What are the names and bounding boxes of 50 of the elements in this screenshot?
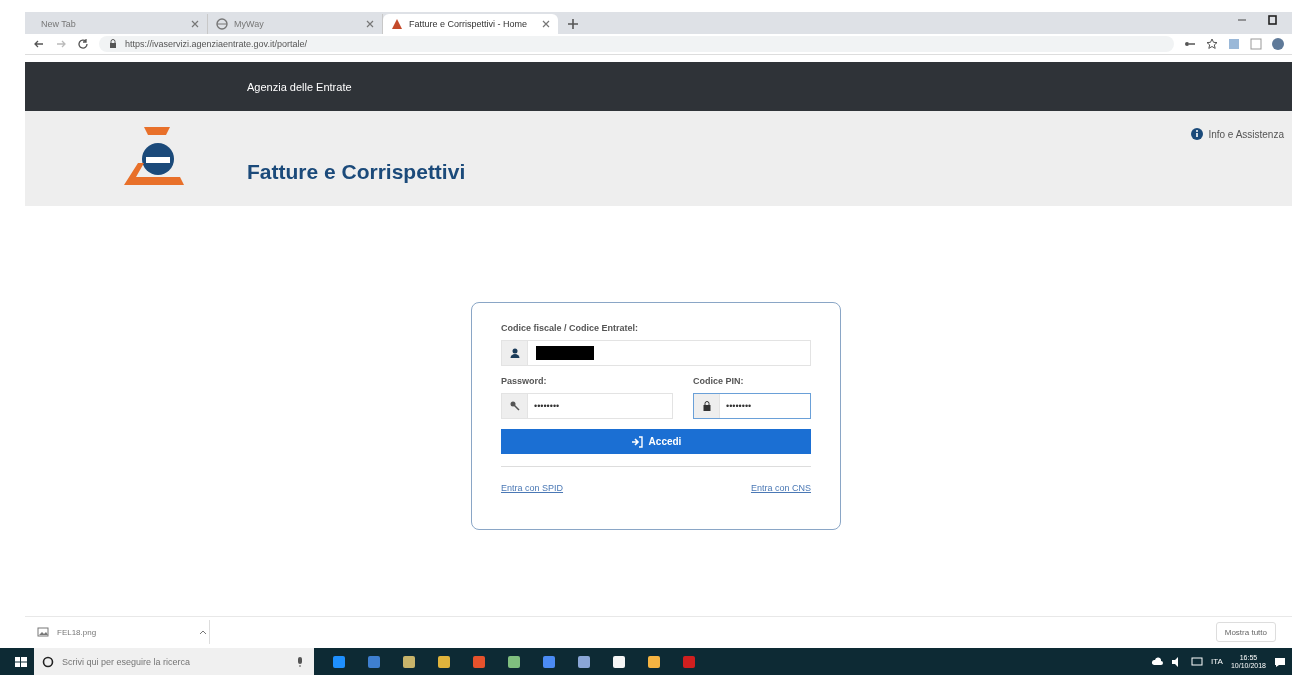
app-icon[interactable] [647,654,661,669]
login-button[interactable]: Accedi [501,429,811,454]
reload-icon[interactable] [77,38,89,50]
pin-field[interactable]: •••••••• [720,394,810,418]
profile-icon[interactable] [1272,38,1284,50]
field-label: Codice PIN: [693,376,745,386]
restore-icon[interactable] [1266,14,1278,26]
show-all-button[interactable]: Mostra tutto [1215,622,1276,642]
network-icon[interactable] [1191,655,1204,668]
back-icon[interactable] [33,38,45,50]
app-icon[interactable] [402,654,416,669]
star-icon[interactable] [1206,38,1218,50]
key-icon [508,400,521,412]
lock-icon [107,38,119,50]
circle-icon [42,655,54,668]
field-label: Password: [501,376,548,386]
sign-in-icon [630,435,643,448]
cloud-icon[interactable] [1151,655,1164,668]
agency-name: Agenzia delle Entrate [247,80,352,93]
app-icon[interactable] [612,654,626,669]
search-box[interactable]: Scrivi qui per eseguire la ricerca [34,648,314,675]
app-icon[interactable] [507,654,521,669]
search-field[interactable]: Scrivi qui per eseguire la ricerca [60,655,288,668]
app-icon[interactable] [577,654,591,669]
user-icon [508,347,521,359]
windows-icon [15,655,27,668]
pin-box[interactable]: •••••••• [693,393,811,419]
login-link[interactable]: Entra con SPID [501,483,564,493]
image-file-icon [37,626,49,638]
close-icon[interactable] [191,20,199,28]
browser-tab[interactable]: New Tab [33,14,208,34]
address-bar[interactable]: https://ivaservizi.agenziaentrate.gov.it/portale/ [99,36,1174,52]
input-field[interactable] [501,340,811,366]
browser-tab[interactable]: Fatture e Corrispettivi - Home [383,14,558,34]
page-title: Fatture e Corrispettivi [246,160,467,185]
plus-icon[interactable] [566,17,580,31]
download-item[interactable]: FEL18.png [33,620,210,644]
help-link[interactable]: Info e Assistenza [1191,128,1292,140]
password-box[interactable]: •••••••• [501,393,673,419]
triangle-icon [391,18,403,30]
app-icon[interactable] [437,654,451,669]
notification-icon[interactable] [1274,655,1286,668]
field-label: Codice fiscale / Codice Entratel: [501,323,640,333]
password-field[interactable]: •••••••• [528,394,672,418]
globe-icon [216,18,228,30]
info-icon [1191,128,1204,140]
login-link[interactable]: Entra con CNS [750,483,811,493]
language-indicator[interactable]: ITA [1211,657,1223,666]
close-icon[interactable] [366,20,374,28]
close-icon[interactable] [542,20,550,28]
